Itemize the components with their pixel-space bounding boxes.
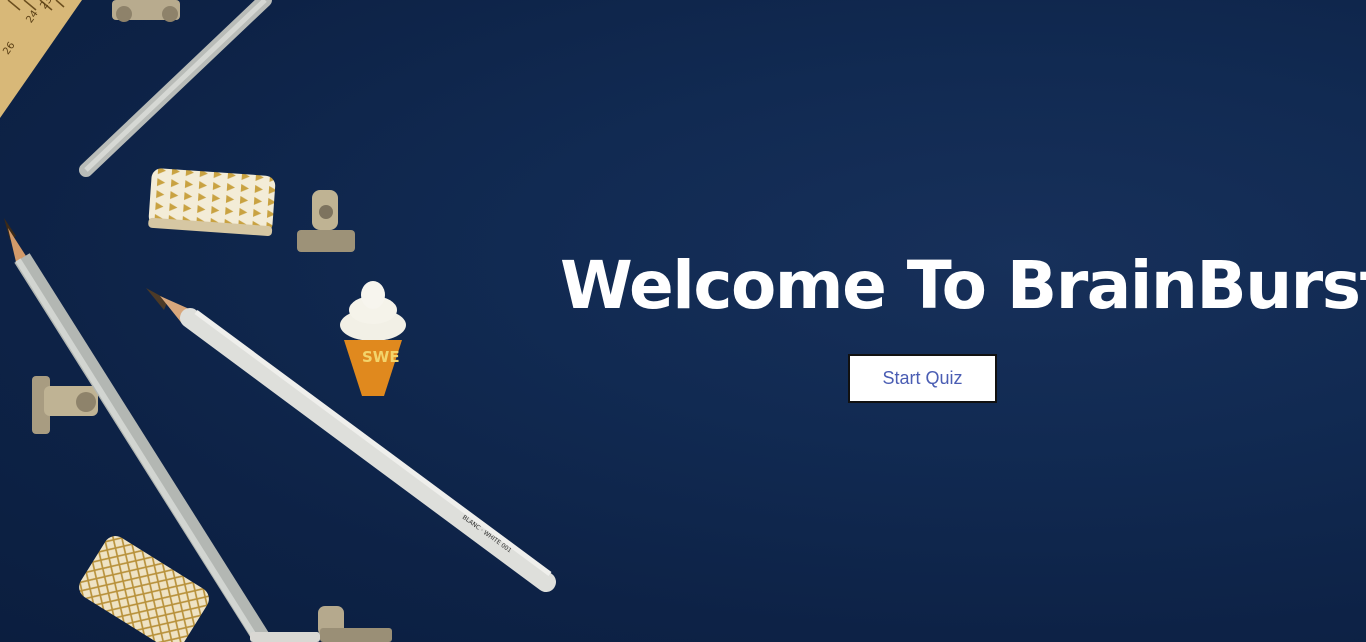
binder-clip-icon-bottom — [250, 606, 392, 642]
washi-tape-icon-top — [148, 168, 276, 236]
start-quiz-button[interactable]: Start Quiz — [848, 354, 997, 403]
ice-cream-eraser-icon: SWE — [340, 281, 406, 396]
binder-clip-icon-top — [112, 0, 180, 22]
pencil-icon-top — [79, 0, 272, 177]
hero-section: 26 24 23 SWE BLANC · WHITE 001 Welcome T… — [0, 0, 1366, 642]
page-title: Welcome To BrainBurst — [560, 247, 1366, 324]
binder-clip-icon-middle — [297, 190, 355, 252]
washi-tape-icon-bottom — [79, 536, 209, 642]
ruler-icon: 26 24 23 — [0, 0, 82, 118]
binder-clip-icon-left — [32, 376, 98, 434]
ice-cream-label: SWE — [362, 348, 400, 366]
